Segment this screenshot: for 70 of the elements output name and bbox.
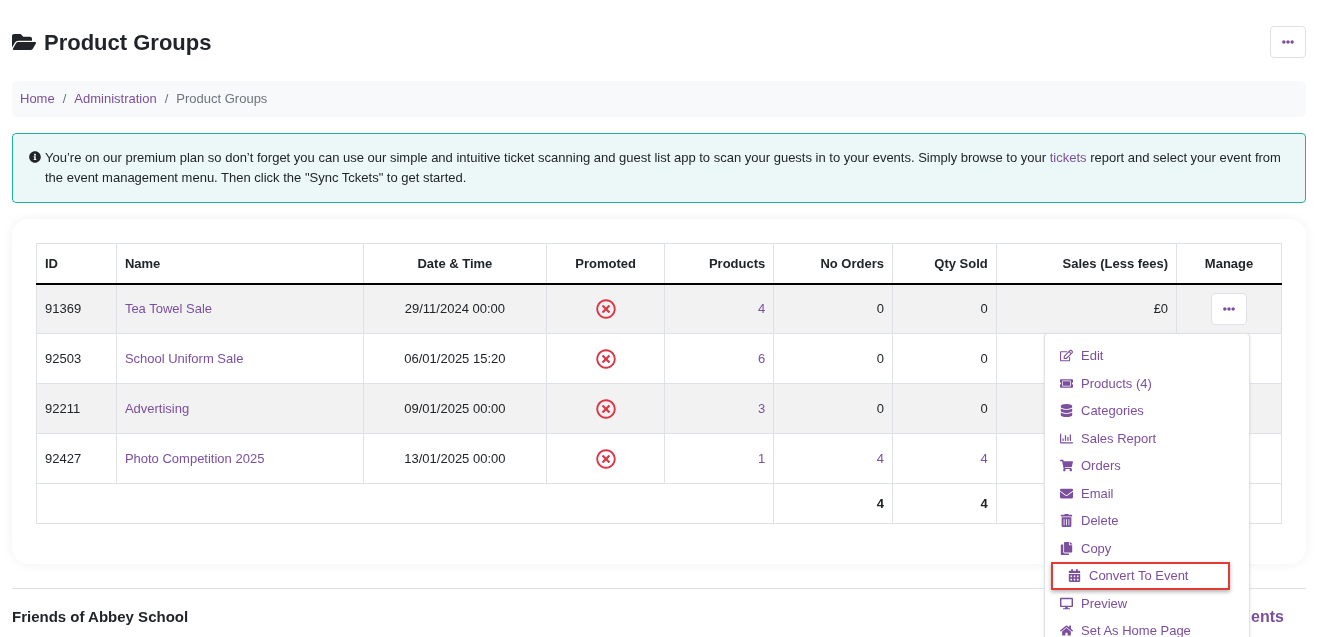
manage-button[interactable] (1211, 292, 1248, 325)
column-header: Name (116, 243, 364, 284)
column-header: Qty Sold (892, 243, 997, 284)
count-link[interactable]: 4 (980, 450, 988, 466)
ticket-icon (1060, 376, 1073, 390)
menu-item[interactable]: Orders (1045, 452, 1249, 480)
menu-item[interactable]: Set As Home Page (1045, 617, 1249, 637)
products-link[interactable]: 4 (758, 301, 766, 316)
options-button[interactable] (1270, 26, 1306, 58)
table-cell: 0 (980, 301, 988, 316)
trash-icon (1060, 514, 1073, 528)
home-icon (1060, 624, 1073, 637)
chart-icon (1060, 431, 1073, 445)
menu-item[interactable]: Convert To Event (1051, 562, 1230, 590)
menu-item[interactable]: Copy (1045, 534, 1249, 562)
copy-icon (1060, 541, 1073, 555)
menu-item[interactable]: Email (1045, 479, 1249, 507)
group-name-link[interactable]: School Uniform Sale (124, 350, 244, 366)
breadcrumb-separator: / (164, 90, 169, 109)
database-icon (1060, 404, 1073, 418)
column-header: Date & Time (363, 243, 547, 284)
table-cell: 0 (876, 301, 884, 316)
group-name-link[interactable]: Photo Competition 2025 (124, 450, 265, 466)
tickets-link[interactable]: tickets (1049, 150, 1087, 165)
calendar-icon (1068, 569, 1081, 583)
menu-item[interactable]: Sales Report (1045, 424, 1249, 452)
page-title: Product Groups (44, 28, 212, 57)
menu-item[interactable]: Preview (1045, 589, 1249, 617)
info-icon (29, 151, 41, 163)
column-header: Promoted (546, 243, 665, 284)
menu-item[interactable]: Edit (1045, 342, 1249, 370)
breadcrumb-separator: / (62, 90, 67, 109)
table-cell: 13/01/2025 00:00 (363, 433, 547, 484)
table-cell: 0 (980, 350, 988, 366)
table-cell: 09/01/2025 00:00 (363, 383, 547, 434)
products-link[interactable]: 1 (758, 450, 766, 466)
column-header: ID (36, 243, 117, 284)
count-link[interactable]: 4 (876, 450, 884, 466)
column-header: No Orders (773, 243, 893, 284)
table-cell: 29/11/2024 00:00 (363, 283, 547, 334)
table-cell: £0 (1153, 301, 1169, 316)
breadcrumb-link[interactable]: Home (20, 89, 55, 109)
total-cell: 4 (876, 495, 884, 511)
section-title: Friends of Abbey School (12, 606, 189, 627)
group-name-link[interactable]: Advertising (124, 400, 190, 416)
table-cell: 92503 (36, 333, 117, 384)
column-header: Sales (Less fees) (996, 243, 1177, 284)
cart-icon (1060, 459, 1073, 473)
section-link[interactable]: ents (1251, 605, 1284, 629)
breadcrumb-current: Product Groups (176, 90, 268, 109)
table-cell: 92211 (36, 383, 117, 434)
column-header: Manage (1176, 243, 1282, 284)
envelope-icon (1060, 486, 1073, 500)
alert-message: You’re on our premium plan so don’t forget you can use our simple and intuitive ticket scanning and guest list app to scan your guests in to your events. Simply browse to your tickets report and select your event from the event management menu. Then click the "Sync Tckets" to get started. (45, 149, 1282, 187)
products-link[interactable]: 3 (758, 400, 766, 416)
products-link[interactable]: 6 (758, 350, 766, 366)
table-cell: 06/01/2025 15:20 (363, 333, 547, 384)
table-cell: 0 (876, 350, 884, 366)
table-cell: 92427 (36, 433, 117, 484)
group-name-link[interactable]: Tea Towel Sale (124, 301, 213, 316)
column-header: Products (664, 243, 774, 284)
menu-item[interactable]: Delete (1045, 507, 1249, 535)
table-cell: 0 (980, 400, 988, 416)
table-cell: 91369 (36, 283, 117, 334)
table-cell: 0 (876, 400, 884, 416)
menu-item[interactable]: Categories (1045, 397, 1249, 425)
menu-item[interactable]: Products (4) (1045, 369, 1249, 397)
total-cell: 4 (980, 495, 988, 511)
breadcrumb-link[interactable]: Administration (74, 89, 157, 109)
monitor-icon (1060, 596, 1073, 610)
